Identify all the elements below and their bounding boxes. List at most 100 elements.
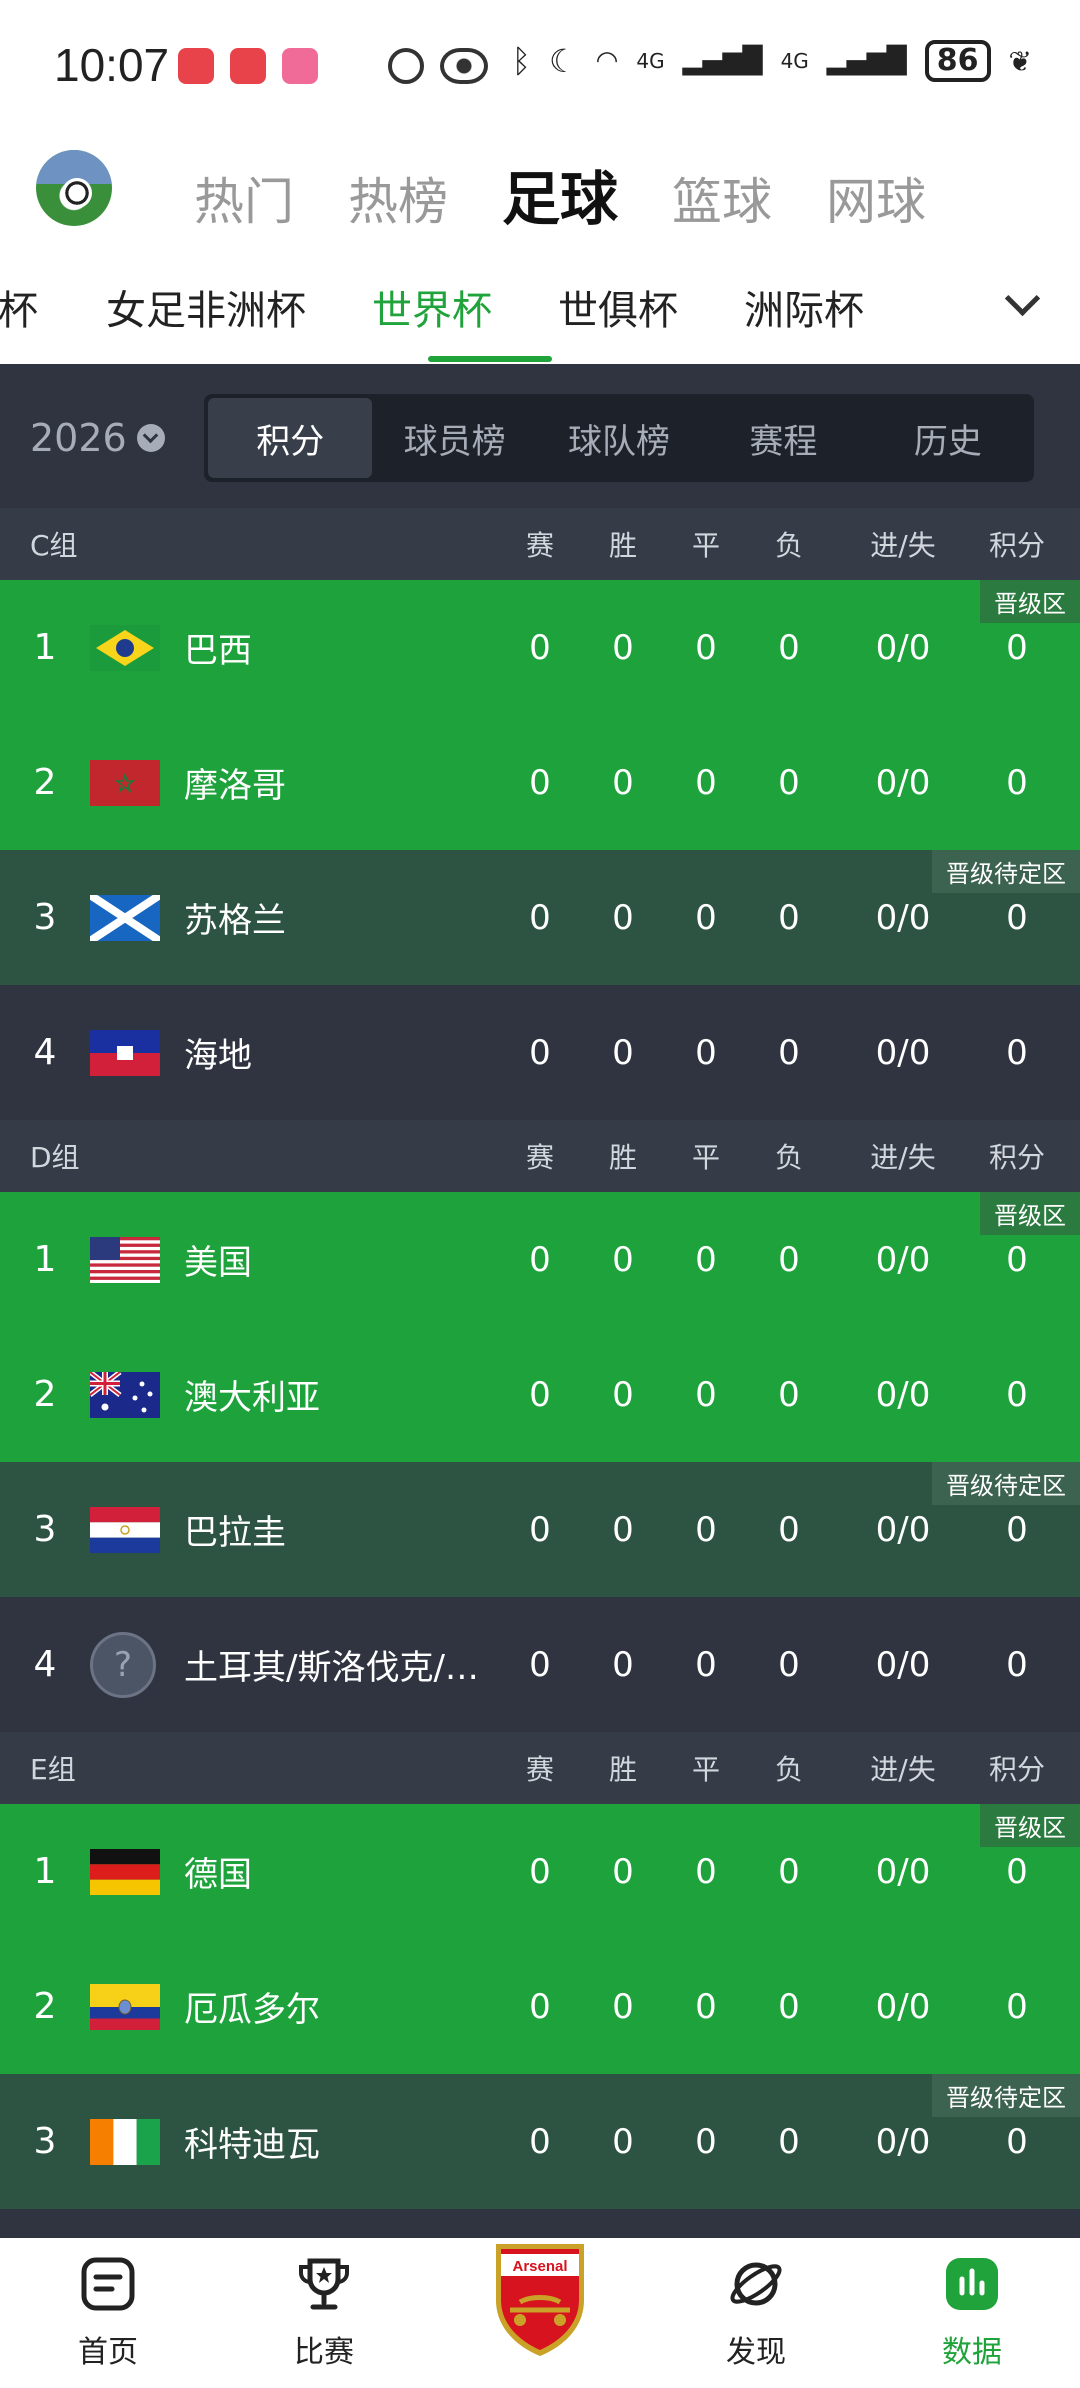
table-row[interactable]: 4 海地 0 0 0 0 0/0 0 [0,985,1080,1120]
table-row[interactable]: 2 摩洛哥 0 0 0 0 0/0 0 [0,715,1080,850]
segment-tab[interactable]: 历史 [866,398,1030,478]
team-name: 澳大利亚 [184,1378,320,1418]
table-row[interactable]: 2 澳大利亚 0 0 0 0 0/0 0 [0,1327,1080,1462]
table-row[interactable]: 3 科特迪瓦 0 0 0 0 0/0 0 晋级待定区 [0,2074,1080,2209]
segment-tab[interactable]: 球员榜 [372,398,536,478]
signal-4g-icon: 4G [636,49,665,73]
nav-item[interactable]: 数据 [864,2238,1080,2388]
germany-flag-icon [90,1848,160,1895]
brazil-flag-icon [90,624,160,671]
stat-d: 0 [695,762,717,803]
tab-sport[interactable]: 热门 [194,162,294,234]
segment-tab[interactable]: 赛程 [701,398,865,478]
team-name: 土耳其/斯洛伐克/… [184,1648,479,1688]
bluetooth-icon: ᛒ [511,42,531,80]
home-icon [79,2255,137,2321]
nav-item[interactable]: 发现 [648,2238,864,2388]
tab-sport[interactable]: 足球 [502,152,618,236]
stat-pts: 0 [1006,762,1028,803]
stat-d: 0 [695,1032,717,1073]
team-rank: 2 [33,1374,57,1415]
nav-item[interactable]: 比赛 [216,2238,432,2388]
stat-gf: 0/0 [875,1851,931,1892]
stat-w: 0 [612,762,634,803]
team-name: 厄瓜多尔 [184,1990,320,2030]
haiti-flag-icon [90,1029,160,1076]
tab-league[interactable]: 女足非洲杯 [106,278,306,336]
stat-p: 0 [529,627,551,668]
team-name: 摩洛哥 [184,766,286,806]
stat-gf: 0/0 [875,627,931,668]
team-rank: 4 [33,1032,57,1073]
chevron-down-icon[interactable] [990,280,1060,330]
stat-w: 0 [612,897,634,938]
table-row[interactable]: 2 厄瓜多尔 0 0 0 0 0/0 0 [0,1939,1080,2074]
stat-pts: 0 [1006,1374,1028,1415]
tab-league[interactable]: 洲杯 [0,278,38,336]
stat-pts: 0 [1006,2121,1028,2162]
stat-l: 0 [778,1644,800,1685]
filter-row: 2026 积分 球员榜 球队榜 赛程 历史 [0,364,1080,508]
tab-league[interactable]: 世俱杯 [558,278,678,336]
table-row[interactable]: 1 德国 0 0 0 0 0/0 0 晋级区 [0,1804,1080,1939]
team-name: 海地 [184,1036,252,1076]
column-header: 胜 [608,1141,637,1174]
signal-bars-icon: ▂▄▆█ [826,46,907,76]
tab-sport[interactable]: 网球 [826,162,926,234]
stat-pts: 0 [1006,1851,1028,1892]
active-tab-indicator [428,356,552,362]
stat-l: 0 [778,897,800,938]
table-row[interactable]: 3 巴拉圭 0 0 0 0 0/0 0 晋级待定区 [0,1462,1080,1597]
stat-w: 0 [612,1239,634,1280]
nav-label: 数据 [942,2335,1002,2370]
table-row[interactable]: 1 美国 0 0 0 0 0/0 0 晋级区 [0,1192,1080,1327]
team-rank: 1 [33,1851,57,1892]
tab-league[interactable]: 洲际杯 [744,278,864,336]
stat-gf: 0/0 [875,1986,931,2027]
column-header: 积分 [988,1141,1045,1174]
nav-item[interactable]: 首页 [0,2238,216,2388]
data-saver-icon [388,48,424,84]
australia-flag-icon [90,1371,160,1418]
column-header: 赛 [525,529,554,562]
table-row[interactable]: 1 巴西 0 0 0 0 0/0 0 晋级区 [0,580,1080,715]
chevron-down-icon [136,424,165,452]
stat-pts: 0 [1006,627,1028,668]
avatar[interactable] [36,150,112,226]
status-icons: ᛒ ☾ ◠ 4G ▂▄▆█ 4G ▂▄▆█ 86 ❦ [512,40,1032,82]
column-header: 负 [774,529,803,562]
stat-p: 0 [529,1239,551,1280]
zone-badge: 晋级区 [980,580,1080,623]
stat-pts: 0 [1006,1509,1028,1550]
team-rank: 1 [33,1239,57,1280]
stat-l: 0 [778,762,800,803]
table-row[interactable]: 4? 土耳其/斯洛伐克/… 0 0 0 0 0/0 0 [0,1597,1080,1732]
stat-d: 0 [695,1986,717,2027]
stat-d: 0 [695,1644,717,1685]
tab-league[interactable]: 世界杯 [372,278,492,336]
segment-tab[interactable]: 积分 [208,398,373,478]
stat-d: 0 [695,2121,717,2162]
nav-item[interactable]: Arsenal [432,2238,648,2388]
stat-d: 0 [695,897,717,938]
team-name: 科特迪瓦 [184,2125,320,2165]
column-header: 胜 [608,1753,637,1786]
segment-tab[interactable]: 球队榜 [537,398,701,478]
team-name: 美国 [184,1243,252,1283]
zone-badge: 晋级区 [980,1804,1080,1847]
stat-l: 0 [778,1986,800,2027]
column-header: 胜 [608,529,637,562]
signal-4g-icon: 4G [780,49,809,73]
season-selector[interactable]: 2026 [30,416,165,460]
standings-list: C组赛胜平负进/失 积分 1 巴西 0 0 0 0 0/0 0 晋级区 2 摩洛哥 0 0 0 0 0/0 0 3 苏格… [0,508,1080,2209]
team-name: 德国 [184,1855,252,1895]
stat-l: 0 [778,1509,800,1550]
tab-sport[interactable]: 热榜 [348,162,448,234]
bilibili-icon [282,48,318,84]
table-row[interactable]: 3 苏格兰 0 0 0 0 0/0 0 晋级待定区 [0,850,1080,985]
tab-sport[interactable]: 篮球 [672,162,772,234]
stat-l: 0 [778,627,800,668]
wifi-icon: ◠ [595,46,619,76]
stat-pts: 0 [1006,1986,1028,2027]
arsenal-crest-icon[interactable]: Arsenal [490,2244,590,2366]
